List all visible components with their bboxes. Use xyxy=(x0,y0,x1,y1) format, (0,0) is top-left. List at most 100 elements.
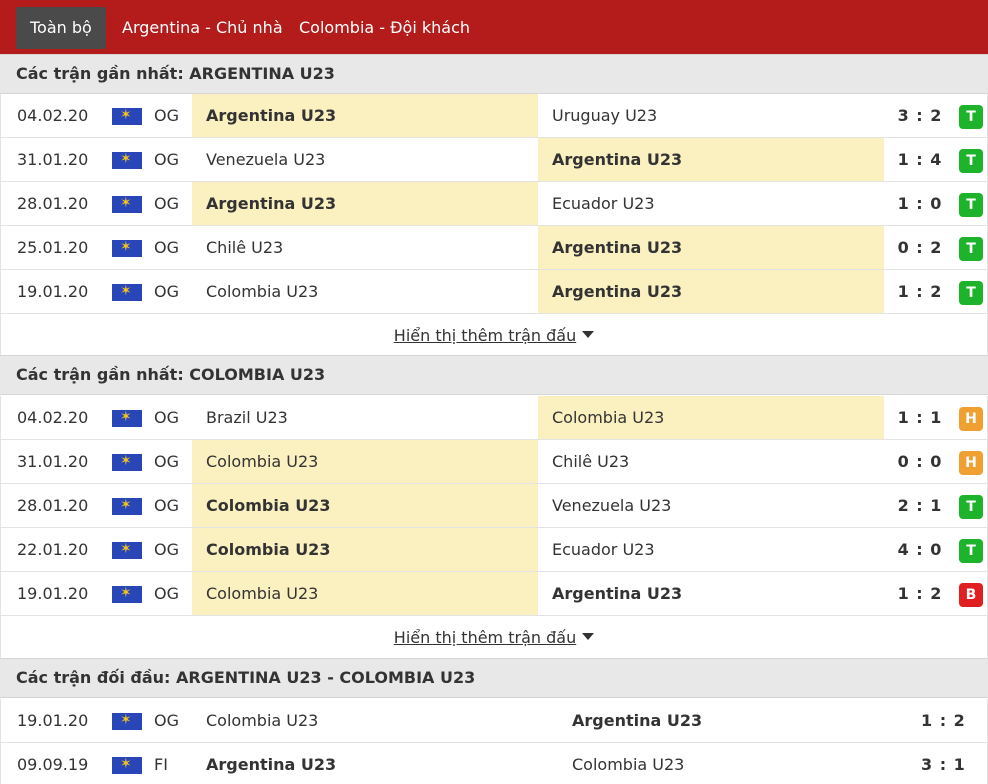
away-team[interactable]: Argentina U23 xyxy=(538,572,884,615)
league-code[interactable]: OG xyxy=(154,138,179,181)
result-badge: T xyxy=(959,105,983,129)
league-code[interactable]: OG xyxy=(154,572,179,615)
match-date: 04.02.20 xyxy=(17,408,89,427)
match-row[interactable]: 09.09.19 ✶ FI Argentina U23 Colombia U23 3 : … xyxy=(0,743,988,784)
match-date: 04.02.20 xyxy=(17,106,89,125)
match-row[interactable]: 04.02.20 ✶ OG Argentina U23 Uruguay U23 3 : 2… xyxy=(0,94,988,138)
league-code[interactable]: OG xyxy=(154,484,179,527)
match-score[interactable]: 1 : 2 xyxy=(921,699,988,742)
league-code[interactable]: OG xyxy=(154,699,179,742)
match-score[interactable]: 3 : 1 xyxy=(921,743,988,784)
result-badge: H xyxy=(959,451,983,475)
tab-all[interactable]: Toàn bộ xyxy=(16,7,106,49)
olympic-flag-icon: ✶ xyxy=(112,195,142,213)
match-score[interactable]: 1 : 1 xyxy=(884,396,956,439)
match-score[interactable]: 1 : 0 xyxy=(884,182,956,225)
olympic-flag-icon: ✶ xyxy=(112,541,142,559)
away-team[interactable]: Colombia U23 xyxy=(538,396,884,439)
olympic-flag-icon: ✶ xyxy=(112,756,142,774)
match-score[interactable]: 1 : 4 xyxy=(884,138,956,181)
match-row[interactable]: 19.01.20 ✶ OG Colombia U23 Argentina U23 1 : … xyxy=(0,699,988,743)
section-title: Các trận gần nhất: ARGENTINA U23 xyxy=(0,54,988,94)
league-code[interactable]: FI xyxy=(154,743,168,784)
olympic-flag-icon: ✶ xyxy=(112,497,142,515)
home-team[interactable]: Colombia U23 xyxy=(192,572,538,615)
match-row[interactable]: 19.01.20 ✶ OG Colombia U23 Argentina U23 1 : … xyxy=(0,572,988,616)
result-badge: B xyxy=(959,583,983,607)
show-more-link[interactable]: Hiển thị thêm trận đấu xyxy=(394,326,576,345)
home-team[interactable]: Colombia U23 xyxy=(192,484,538,527)
match-score[interactable]: 1 : 2 xyxy=(884,270,956,313)
home-team[interactable]: Brazil U23 xyxy=(192,396,538,439)
tab-bar: Toàn bộ Argentina - Chủ nhà Colombia - Đ… xyxy=(0,0,988,54)
match-score[interactable]: 0 : 2 xyxy=(884,226,956,269)
match-date: 31.01.20 xyxy=(17,452,89,471)
match-date: 28.01.20 xyxy=(17,496,89,515)
olympic-flag-icon: ✶ xyxy=(112,107,142,125)
match-date: 19.01.20 xyxy=(17,584,89,603)
olympic-flag-icon: ✶ xyxy=(112,409,142,427)
league-code[interactable]: OG xyxy=(154,94,179,137)
match-score[interactable]: 0 : 0 xyxy=(884,440,956,483)
match-row[interactable]: 28.01.20 ✶ OG Argentina U23 Ecuador U23 1 : 0… xyxy=(0,182,988,226)
home-team[interactable]: Venezuela U23 xyxy=(192,138,538,181)
away-team[interactable]: Uruguay U23 xyxy=(538,94,884,137)
league-code[interactable]: OG xyxy=(154,270,179,313)
section-title: Các trận gần nhất: COLOMBIA U23 xyxy=(0,355,988,395)
away-team[interactable]: Argentina U23 xyxy=(538,270,884,313)
match-date: 28.01.20 xyxy=(17,194,89,213)
league-code[interactable]: OG xyxy=(154,440,179,483)
home-team[interactable]: Colombia U23 xyxy=(192,270,538,313)
away-team[interactable]: Argentina U23 xyxy=(538,226,884,269)
tab-argentina-home[interactable]: Argentina - Chủ nhà xyxy=(122,7,283,49)
match-row[interactable]: 31.01.20 ✶ OG Venezuela U23 Argentina U23 1 :… xyxy=(0,138,988,182)
caret-down-icon[interactable] xyxy=(582,633,595,640)
match-score[interactable]: 3 : 2 xyxy=(884,94,956,137)
away-team[interactable]: Argentina U23 xyxy=(538,138,884,181)
league-code[interactable]: OG xyxy=(154,226,179,269)
show-more-row: Hiển thị thêm trận đấu xyxy=(0,616,988,660)
caret-down-icon[interactable] xyxy=(582,331,595,338)
result-badge: T xyxy=(959,149,983,173)
league-code[interactable]: OG xyxy=(154,396,179,439)
home-team[interactable]: Colombia U23 xyxy=(192,528,538,571)
match-row[interactable]: 25.01.20 ✶ OG Chilê U23 Argentina U23 0 : 2T xyxy=(0,226,988,270)
result-badge: T xyxy=(959,539,983,563)
home-team[interactable]: Argentina U23 xyxy=(192,94,538,137)
match-row[interactable]: 31.01.20 ✶ OG Colombia U23 Chilê U23 0 : 0H xyxy=(0,440,988,484)
away-team[interactable]: Ecuador U23 xyxy=(538,528,884,571)
away-team[interactable]: Chilê U23 xyxy=(538,440,884,483)
league-code[interactable]: OG xyxy=(154,182,179,225)
match-row[interactable]: 22.01.20 ✶ OG Colombia U23 Ecuador U23 4 : 0T xyxy=(0,528,988,572)
match-row[interactable]: 28.01.20 ✶ OG Colombia U23 Venezuela U23 2 : … xyxy=(0,484,988,528)
match-row[interactable]: 19.01.20 ✶ OG Colombia U23 Argentina U23 1 : … xyxy=(0,270,988,314)
show-more-link[interactable]: Hiển thị thêm trận đấu xyxy=(394,628,576,647)
section-title: Các trận đối đầu: ARGENTINA U23 - COLOMB… xyxy=(0,658,988,698)
olympic-flag-icon: ✶ xyxy=(112,283,142,301)
match-date: 09.09.19 xyxy=(17,755,89,774)
olympic-flag-icon: ✶ xyxy=(112,585,142,603)
match-row[interactable]: 04.02.20 ✶ OG Brazil U23 Colombia U23 1 : 1H xyxy=(0,396,988,440)
match-score[interactable]: 2 : 1 xyxy=(884,484,956,527)
match-score[interactable]: 4 : 0 xyxy=(884,528,956,571)
away-team[interactable]: Venezuela U23 xyxy=(538,484,884,527)
tab-colombia-away[interactable]: Colombia - Đội khách xyxy=(299,7,470,49)
result-badge: H xyxy=(959,407,983,431)
match-date: 19.01.20 xyxy=(17,282,89,301)
match-score[interactable]: 1 : 2 xyxy=(884,572,956,615)
olympic-flag-icon: ✶ xyxy=(112,239,142,257)
match-date: 22.01.20 xyxy=(17,540,89,559)
show-more-row: Hiển thị thêm trận đấu xyxy=(0,314,988,358)
home-team[interactable]: Argentina U23 xyxy=(192,743,558,784)
home-team[interactable]: Colombia U23 xyxy=(192,699,558,742)
away-team[interactable]: Argentina U23 xyxy=(558,699,858,742)
away-team[interactable]: Ecuador U23 xyxy=(538,182,884,225)
match-date: 31.01.20 xyxy=(17,150,89,169)
home-team[interactable]: Chilê U23 xyxy=(192,226,538,269)
home-team[interactable]: Argentina U23 xyxy=(192,182,538,225)
match-date: 19.01.20 xyxy=(17,711,89,730)
away-team[interactable]: Colombia U23 xyxy=(558,743,858,784)
home-team[interactable]: Colombia U23 xyxy=(192,440,538,483)
olympic-flag-icon: ✶ xyxy=(112,712,142,730)
league-code[interactable]: OG xyxy=(154,528,179,571)
